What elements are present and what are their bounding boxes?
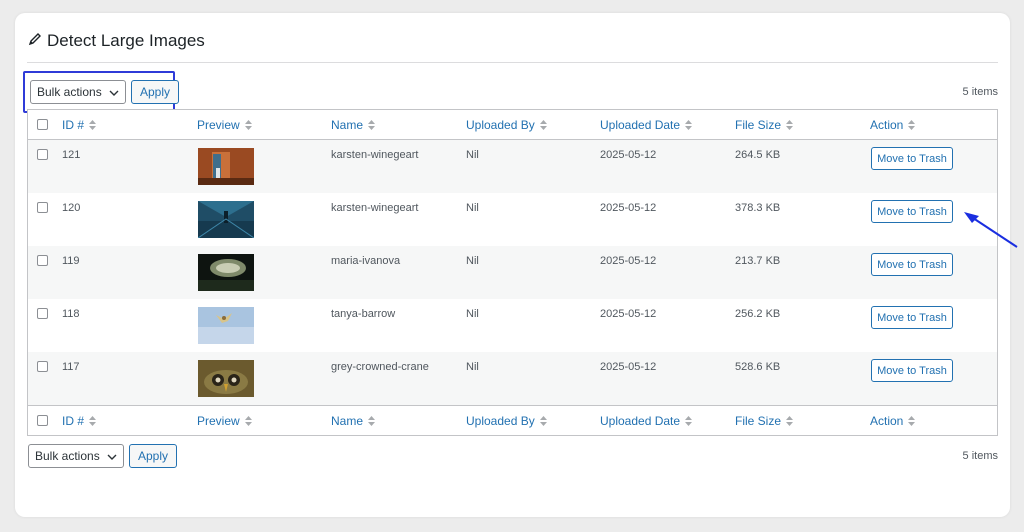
table-header: ID # Preview Name Uploaded By Uploaded D… (28, 110, 997, 140)
row-uploaded-by: Nil (466, 255, 479, 267)
row-uploaded-by: Nil (466, 149, 479, 161)
sort-icon (539, 119, 547, 130)
row-date: 2025-05-12 (600, 202, 657, 214)
row-date: 2025-05-12 (600, 149, 657, 161)
row-file-size: 528.6 KB (735, 361, 781, 373)
column-uploaded-by[interactable]: Uploaded By (466, 406, 547, 435)
sort-icon (539, 415, 547, 426)
column-file-size[interactable]: File Size (735, 110, 794, 139)
sort-icon (368, 415, 376, 426)
annotation-arrow-icon (962, 210, 1020, 255)
row-id: 120 (62, 202, 81, 214)
images-table: ID # Preview Name Uploaded By Uploaded D… (27, 109, 998, 436)
move-to-trash-button[interactable]: Move to Trash (871, 359, 953, 382)
row-id: 119 (62, 255, 80, 267)
row-date: 2025-05-12 (600, 361, 657, 373)
apply-button[interactable]: Apply (131, 80, 180, 104)
table-footer: ID # Preview Name Uploaded By Uploaded D… (28, 405, 997, 435)
column-name[interactable]: Name (331, 110, 376, 139)
bulk-actions-bottom: Bulk actions Apply (28, 444, 178, 468)
chevron-down-icon (107, 449, 117, 463)
bulk-actions-select[interactable]: Bulk actions (28, 444, 124, 468)
row-id: 121 (62, 149, 81, 161)
sort-icon (786, 415, 794, 426)
row-file-size: 256.2 KB (735, 308, 781, 320)
column-id[interactable]: ID # (62, 110, 97, 139)
table-row: 120 karsten-winegeart Nil 2025-05-12 378… (28, 193, 997, 246)
row-checkbox[interactable] (37, 255, 48, 266)
page-title: Detect Large Images (28, 31, 205, 51)
image-thumbnail (198, 254, 254, 291)
sort-icon (244, 119, 252, 130)
row-name: maria-ivanova (331, 255, 401, 267)
column-uploaded-date[interactable]: Uploaded Date (600, 406, 693, 435)
items-count: 5 items (962, 450, 998, 462)
row-file-size: 264.5 KB (735, 149, 781, 161)
items-count: 5 items (962, 86, 998, 98)
sort-icon (786, 119, 794, 130)
bulk-actions-value: Bulk actions (35, 449, 100, 463)
apply-button[interactable]: Apply (129, 444, 178, 468)
bulk-actions-highlight: Bulk actions Apply (23, 71, 180, 113)
image-thumbnail (198, 148, 254, 185)
row-name: karsten-winegeart (331, 202, 419, 214)
row-checkbox[interactable] (37, 149, 48, 160)
row-file-size: 378.3 KB (735, 202, 781, 214)
column-action[interactable]: Action (870, 406, 916, 435)
row-name: karsten-winegeart (331, 149, 419, 161)
row-date: 2025-05-12 (600, 255, 657, 267)
sort-icon (685, 119, 693, 130)
row-uploaded-by: Nil (466, 202, 479, 214)
row-date: 2025-05-12 (600, 308, 657, 320)
bulk-actions-select[interactable]: Bulk actions (30, 80, 126, 104)
table-row: 118 tanya-barrow Nil 2025-05-12 256.2 KB… (28, 299, 997, 352)
row-uploaded-by: Nil (466, 308, 479, 320)
row-file-size: 213.7 KB (735, 255, 781, 267)
move-to-trash-button[interactable]: Move to Trash (871, 200, 953, 223)
chevron-down-icon (109, 85, 119, 99)
select-all-checkbox[interactable] (37, 119, 48, 130)
sort-icon (908, 119, 916, 130)
column-id[interactable]: ID # (62, 406, 97, 435)
sort-icon (89, 119, 97, 130)
sort-icon (368, 119, 376, 130)
table-row: 117 grey-crowned-crane Nil 2025-05-12 52… (28, 352, 997, 405)
move-to-trash-button[interactable]: Move to Trash (871, 253, 953, 276)
row-name: grey-crowned-crane (331, 361, 429, 373)
image-thumbnail (198, 307, 254, 344)
move-to-trash-button[interactable]: Move to Trash (871, 306, 953, 329)
column-uploaded-by[interactable]: Uploaded By (466, 110, 547, 139)
row-checkbox[interactable] (37, 308, 48, 319)
sort-icon (89, 415, 97, 426)
select-all-checkbox-footer[interactable] (37, 415, 48, 426)
move-to-trash-button[interactable]: Move to Trash (871, 147, 953, 170)
sort-icon (685, 415, 693, 426)
row-name: tanya-barrow (331, 308, 396, 320)
column-uploaded-date[interactable]: Uploaded Date (600, 110, 693, 139)
row-id: 117 (62, 361, 80, 373)
table-row: 121 karsten-winegeart Nil 2025-05-12 264… (28, 140, 997, 193)
detect-large-images-panel: Detect Large Images Bulk actions Apply 5… (15, 13, 1010, 517)
page-title-text: Detect Large Images (47, 31, 205, 50)
row-id: 118 (62, 308, 80, 320)
column-file-size[interactable]: File Size (735, 406, 794, 435)
column-preview[interactable]: Preview (197, 406, 252, 435)
image-thumbnail (197, 201, 255, 239)
sort-icon (908, 415, 916, 426)
image-thumbnail (198, 360, 254, 397)
column-preview[interactable]: Preview (197, 110, 252, 139)
row-uploaded-by: Nil (466, 361, 479, 373)
bulk-actions-value: Bulk actions (37, 85, 102, 99)
pencil-icon (28, 31, 47, 51)
sort-icon (244, 415, 252, 426)
column-name[interactable]: Name (331, 406, 376, 435)
column-action[interactable]: Action (870, 110, 916, 139)
row-checkbox[interactable] (37, 361, 48, 372)
row-checkbox[interactable] (37, 202, 48, 213)
table-row: 119 maria-ivanova Nil 2025-05-12 213.7 K… (28, 246, 997, 299)
divider (27, 62, 998, 63)
